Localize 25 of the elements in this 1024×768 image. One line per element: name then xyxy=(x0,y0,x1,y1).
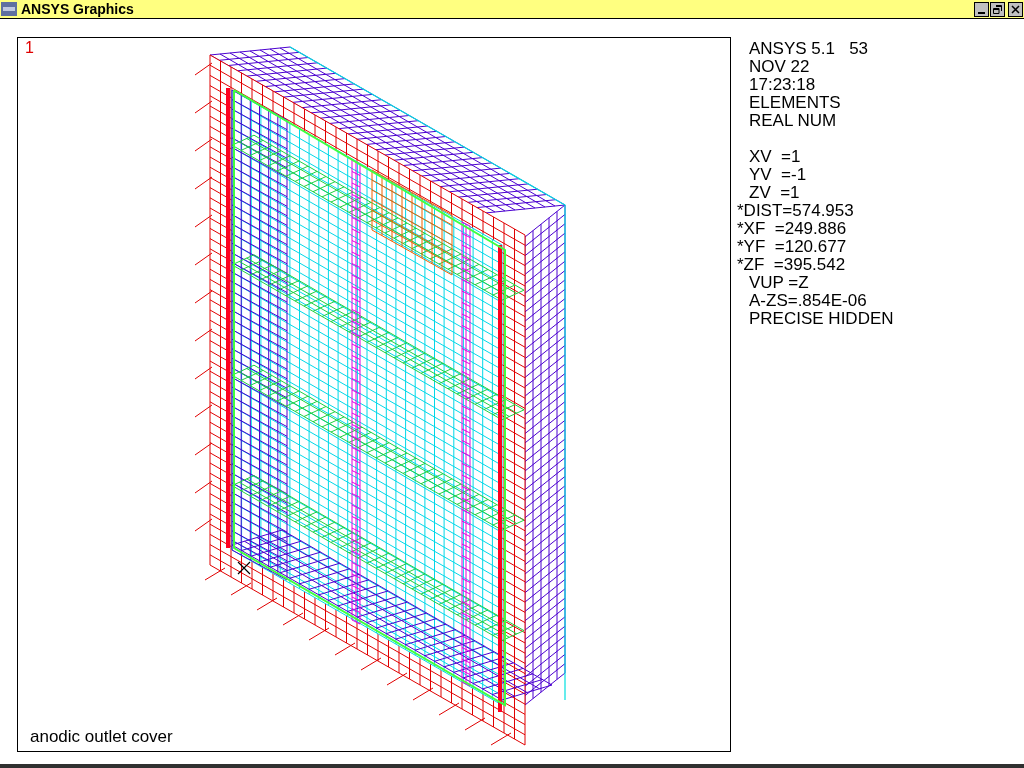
close-icon xyxy=(1011,4,1020,14)
info-text: *XF =249.886 xyxy=(737,220,848,238)
info-text: ZV =1 xyxy=(748,184,801,202)
info-text: *DIST=574.953 xyxy=(737,202,855,220)
info-text: NOV 22 xyxy=(748,58,811,76)
viewport-caption: anodic outlet cover xyxy=(30,727,173,747)
info-text: XV =1 xyxy=(748,148,802,166)
info-text: A-ZS=.854E-06 xyxy=(748,292,868,310)
app-logo-icon xyxy=(1,2,17,16)
restore-icon xyxy=(993,4,1002,14)
info-text: PRECISE HIDDEN xyxy=(748,310,894,328)
minimize-button[interactable] xyxy=(974,1,989,17)
info-text: ANSYS 5.1 53 xyxy=(748,40,870,58)
info-text: REAL NUM xyxy=(748,112,838,130)
info-text: VUP =Z xyxy=(748,274,810,292)
info-text: 17:23:18 xyxy=(748,76,817,94)
minimize-icon xyxy=(978,11,985,14)
close-button[interactable] xyxy=(1008,1,1023,17)
info-text: *ZF =395.542 xyxy=(737,256,847,274)
viewport-number: 1 xyxy=(25,39,34,57)
info-text: *YF =120.677 xyxy=(737,238,848,256)
info-text: YV =-1 xyxy=(748,166,808,184)
window-title: ANSYS Graphics xyxy=(21,0,134,18)
restore-button[interactable] xyxy=(990,1,1005,17)
info-text: ELEMENTS xyxy=(748,94,842,112)
